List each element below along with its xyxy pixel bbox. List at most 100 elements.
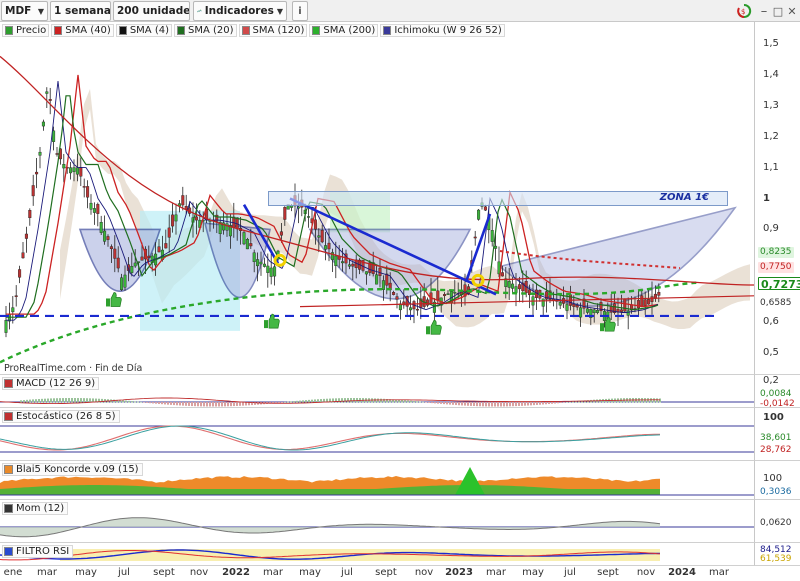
oscillator-line [0, 425, 661, 451]
candle-body [225, 223, 229, 231]
macd-bar [305, 400, 307, 403]
koncorde-scale[interactable]: 100 0,3036 [754, 461, 800, 500]
symbol-dropdown[interactable]: MDF ▼ [1, 1, 48, 21]
time-axis-label: 2024 [668, 567, 696, 578]
candle-body [35, 171, 39, 175]
mom-scale[interactable]: 0,0620 [754, 500, 800, 543]
candle-body [483, 206, 487, 211]
rsi-scale[interactable]: 84,512 61,539 [754, 543, 800, 566]
candle-body [341, 261, 345, 264]
price-tag: 0,7273 [758, 276, 800, 291]
time-axis-label: may [299, 567, 321, 578]
candle-body [116, 257, 120, 269]
candle-body [41, 121, 45, 127]
macd-label: MACD (12 26 9) [2, 377, 100, 390]
info-icon[interactable]: i [292, 1, 308, 21]
time-axis-label: mar [263, 567, 283, 578]
candle-body [38, 151, 42, 156]
candle-body [96, 204, 100, 214]
candle-body [18, 269, 22, 278]
macd-bar [134, 401, 136, 403]
macd-bar [209, 402, 211, 407]
candle-body [256, 259, 260, 267]
macd-bar [527, 402, 529, 406]
price-axis-label: 0,6 [763, 316, 779, 328]
legend-swatch [383, 26, 392, 35]
stoch-plot[interactable]: Estocástico (26 8 5) [0, 408, 754, 461]
time-axis-label: sept [153, 567, 175, 578]
macd-bar [143, 402, 145, 403]
koncorde-label: Blai5 Koncorde v.09 (15) [2, 463, 143, 476]
candle-body [106, 236, 110, 240]
macd-bar [41, 398, 43, 403]
svg-text:$: $ [741, 8, 745, 16]
candle-body [565, 304, 569, 311]
koncorde-axis-top: 100 [763, 473, 783, 484]
legend-item[interactable]: SMA (40) [51, 24, 114, 37]
stoch-swatch [4, 412, 13, 421]
legend-item[interactable]: Ichimoku (W 9 26 52) [380, 24, 505, 37]
koncorde-plot[interactable]: Blai5 Koncorde v.09 (15) [0, 461, 754, 500]
maximize-icon[interactable]: □ [772, 1, 784, 21]
price-tag: 0,8235 [758, 247, 794, 259]
macd-bar [434, 402, 436, 404]
legend-item[interactable]: SMA (4) [115, 24, 172, 37]
price-axis-label: 0,5 [763, 347, 779, 358]
candle-body [103, 230, 107, 242]
macd-bar [659, 398, 661, 403]
macd-bar [344, 398, 346, 403]
macd-bar [191, 402, 193, 407]
legend-label: SMA (200) [323, 25, 376, 36]
time-axis-label: nov [414, 567, 434, 578]
legend-item[interactable]: SMA (20) [174, 24, 237, 37]
macd-bar [74, 398, 76, 403]
price-plot[interactable]: ZONA 1€ ProRealTime.com · Fin de Día Pre… [0, 22, 754, 375]
candle-body [347, 264, 351, 267]
thumbs-up-cuff [264, 320, 268, 329]
macd-bar [506, 402, 508, 407]
macd-bar [161, 402, 163, 405]
stoch-scale[interactable]: 100 38,601 28,762 [754, 408, 800, 461]
macd-bar [404, 400, 406, 403]
legend-item[interactable]: Precio [2, 24, 50, 37]
indicators-dropdown[interactable]: Indicadores ▼ [193, 1, 287, 21]
mom-label-text: Mom (12) [16, 503, 65, 514]
macd-bar [551, 402, 553, 404]
price-axis-label: 1,4 [763, 68, 779, 80]
macd-plot[interactable]: MACD (12 26 9) [0, 375, 754, 408]
candle-body [147, 255, 151, 258]
rsi-plot[interactable]: FILTRO RSI [0, 543, 754, 566]
candle-body [477, 209, 481, 220]
indicators-icon [197, 9, 202, 13]
macd-bar [452, 402, 454, 405]
price-scale[interactable]: 1,5 1,4 1,3 1,2 1,1 1 0,9 0,6 0,5 0,8235 0,7750 0,7… [754, 22, 800, 375]
legend-item[interactable]: SMA (200) [309, 24, 379, 37]
timeframe-dropdown[interactable]: 1 semana▼ [50, 1, 111, 21]
macd-bar [32, 399, 34, 403]
macd-bar [518, 402, 520, 406]
macd-bar [128, 400, 130, 403]
candle-body [619, 309, 623, 312]
toolbar: MDF▼ 1 semana▼ 200 unidades▼ Indicadores… [0, 0, 800, 22]
macd-bar [515, 402, 517, 407]
mom-plot[interactable]: Mom (12) [0, 500, 754, 543]
macd-scale[interactable]: 0,2 0,0084 -0,0142 [754, 375, 800, 409]
koncorde-panel: Blai5 Koncorde v.09 (15) 100 0,3036 [0, 461, 800, 500]
refresh-icon[interactable]: $ [735, 1, 753, 21]
time-axis-label: may [522, 567, 544, 578]
legend-item[interactable]: SMA (120) [238, 24, 308, 37]
macd-bar [125, 400, 127, 403]
koncorde-label-text: Blai5 Koncorde v.09 (15) [16, 464, 139, 475]
macd-bar [302, 400, 304, 403]
macd-bar [512, 402, 514, 407]
price-axis-label: 0,9 [763, 223, 779, 235]
macd-bar [140, 401, 142, 403]
macd-bar [137, 401, 139, 403]
units-dropdown[interactable]: 200 unidades▼ [113, 1, 190, 21]
macd-bar [548, 402, 550, 405]
minimize-icon[interactable]: – [758, 1, 770, 21]
candle-body [317, 235, 321, 238]
close-icon[interactable]: ✕ [786, 1, 798, 21]
macd-bar [185, 402, 187, 406]
time-axis[interactable]: ene mar may jul sept nov 2022 mar may jul sept nov 2… [0, 566, 800, 581]
